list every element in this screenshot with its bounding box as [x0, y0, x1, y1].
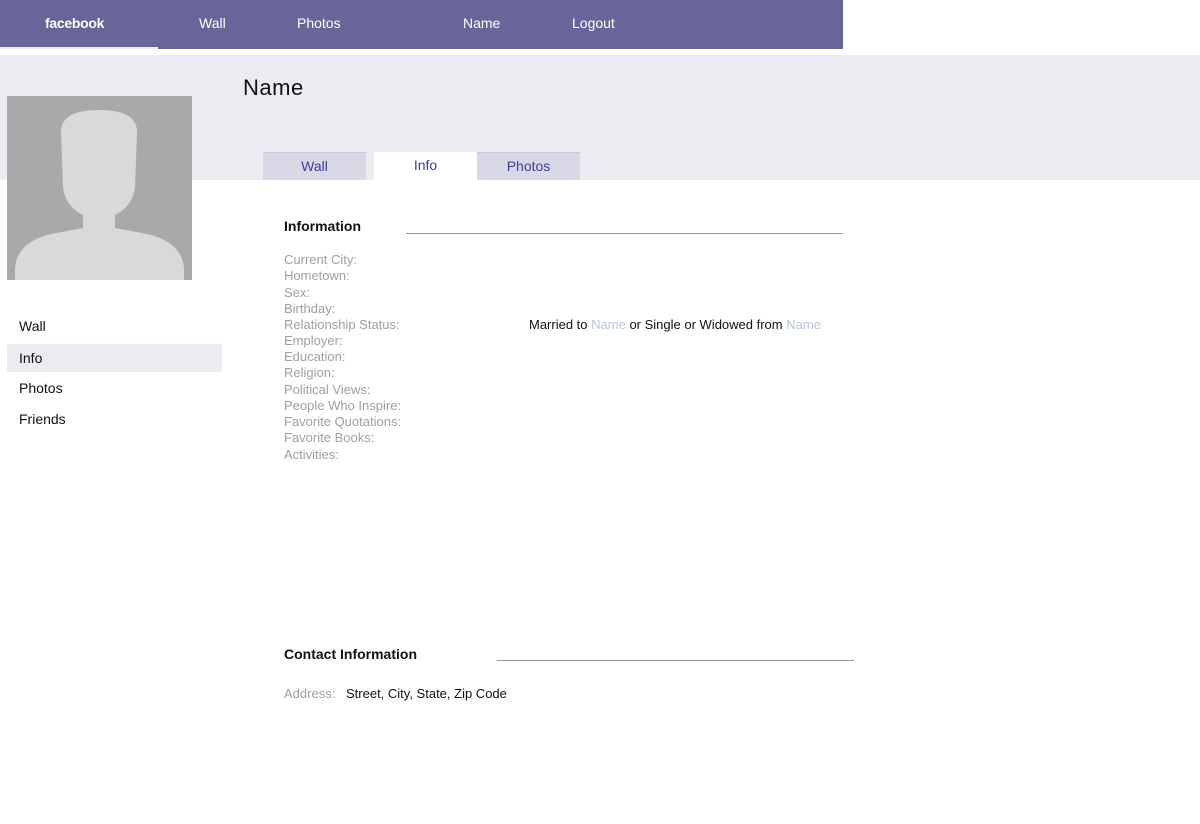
tab-wall[interactable]: Wall: [263, 152, 366, 180]
field-political-views: Political Views:: [284, 382, 371, 397]
field-education: Education:: [284, 349, 346, 364]
relationship-partner-link[interactable]: Name: [591, 317, 626, 332]
sidebar-item-friends[interactable]: Friends: [7, 405, 222, 433]
field-relationship-status: Relationship Status:: [284, 317, 400, 332]
sidebar-item-info[interactable]: Info: [7, 344, 222, 372]
profile-name: Name: [243, 75, 304, 100]
field-people-who-inspire: People Who Inspire:: [284, 398, 402, 413]
brand-logo[interactable]: facebook: [45, 15, 104, 31]
field-activities: Activities:: [284, 447, 339, 462]
top-nav-bar: facebook Wall Photos Name Logout: [0, 0, 843, 49]
top-nav-logout[interactable]: Logout: [572, 15, 615, 31]
field-address: Address:: [284, 686, 336, 701]
information-divider: [406, 233, 843, 234]
field-current-city: Current City:: [284, 252, 357, 267]
brand-underline: [0, 47, 158, 49]
field-sex: Sex:: [284, 285, 311, 300]
relationship-middle: or Single or Widowed from: [625, 317, 787, 332]
top-nav-wall[interactable]: Wall: [199, 15, 226, 31]
top-nav-photos[interactable]: Photos: [297, 15, 341, 31]
relationship-prefix: Married to: [529, 317, 592, 332]
contact-heading: Contact Information: [284, 646, 417, 662]
sidebar-item-photos[interactable]: Photos: [7, 374, 222, 402]
address-value: Street, City, State, Zip Code: [346, 686, 507, 701]
avatar-silhouette-icon: [7, 96, 192, 280]
tab-photos[interactable]: Photos: [477, 152, 580, 180]
field-religion: Religion:: [284, 365, 335, 380]
contact-divider: [497, 660, 854, 661]
relationship-value: Married to Name or Single or Widowed fro…: [529, 317, 821, 333]
sidebar-item-wall[interactable]: Wall: [7, 312, 222, 340]
field-hometown: Hometown:: [284, 268, 350, 283]
relationship-former-link[interactable]: Name: [786, 317, 821, 332]
profile-picture[interactable]: [7, 96, 192, 280]
top-nav-name[interactable]: Name: [463, 15, 500, 31]
information-heading: Information: [284, 218, 361, 234]
field-favorite-books: Favorite Books:: [284, 430, 375, 445]
field-favorite-quotations: Favorite Quotations:: [284, 414, 402, 429]
field-birthday: Birthday:: [284, 301, 336, 316]
field-employer: Employer:: [284, 333, 343, 348]
tab-info[interactable]: Info: [374, 152, 477, 180]
